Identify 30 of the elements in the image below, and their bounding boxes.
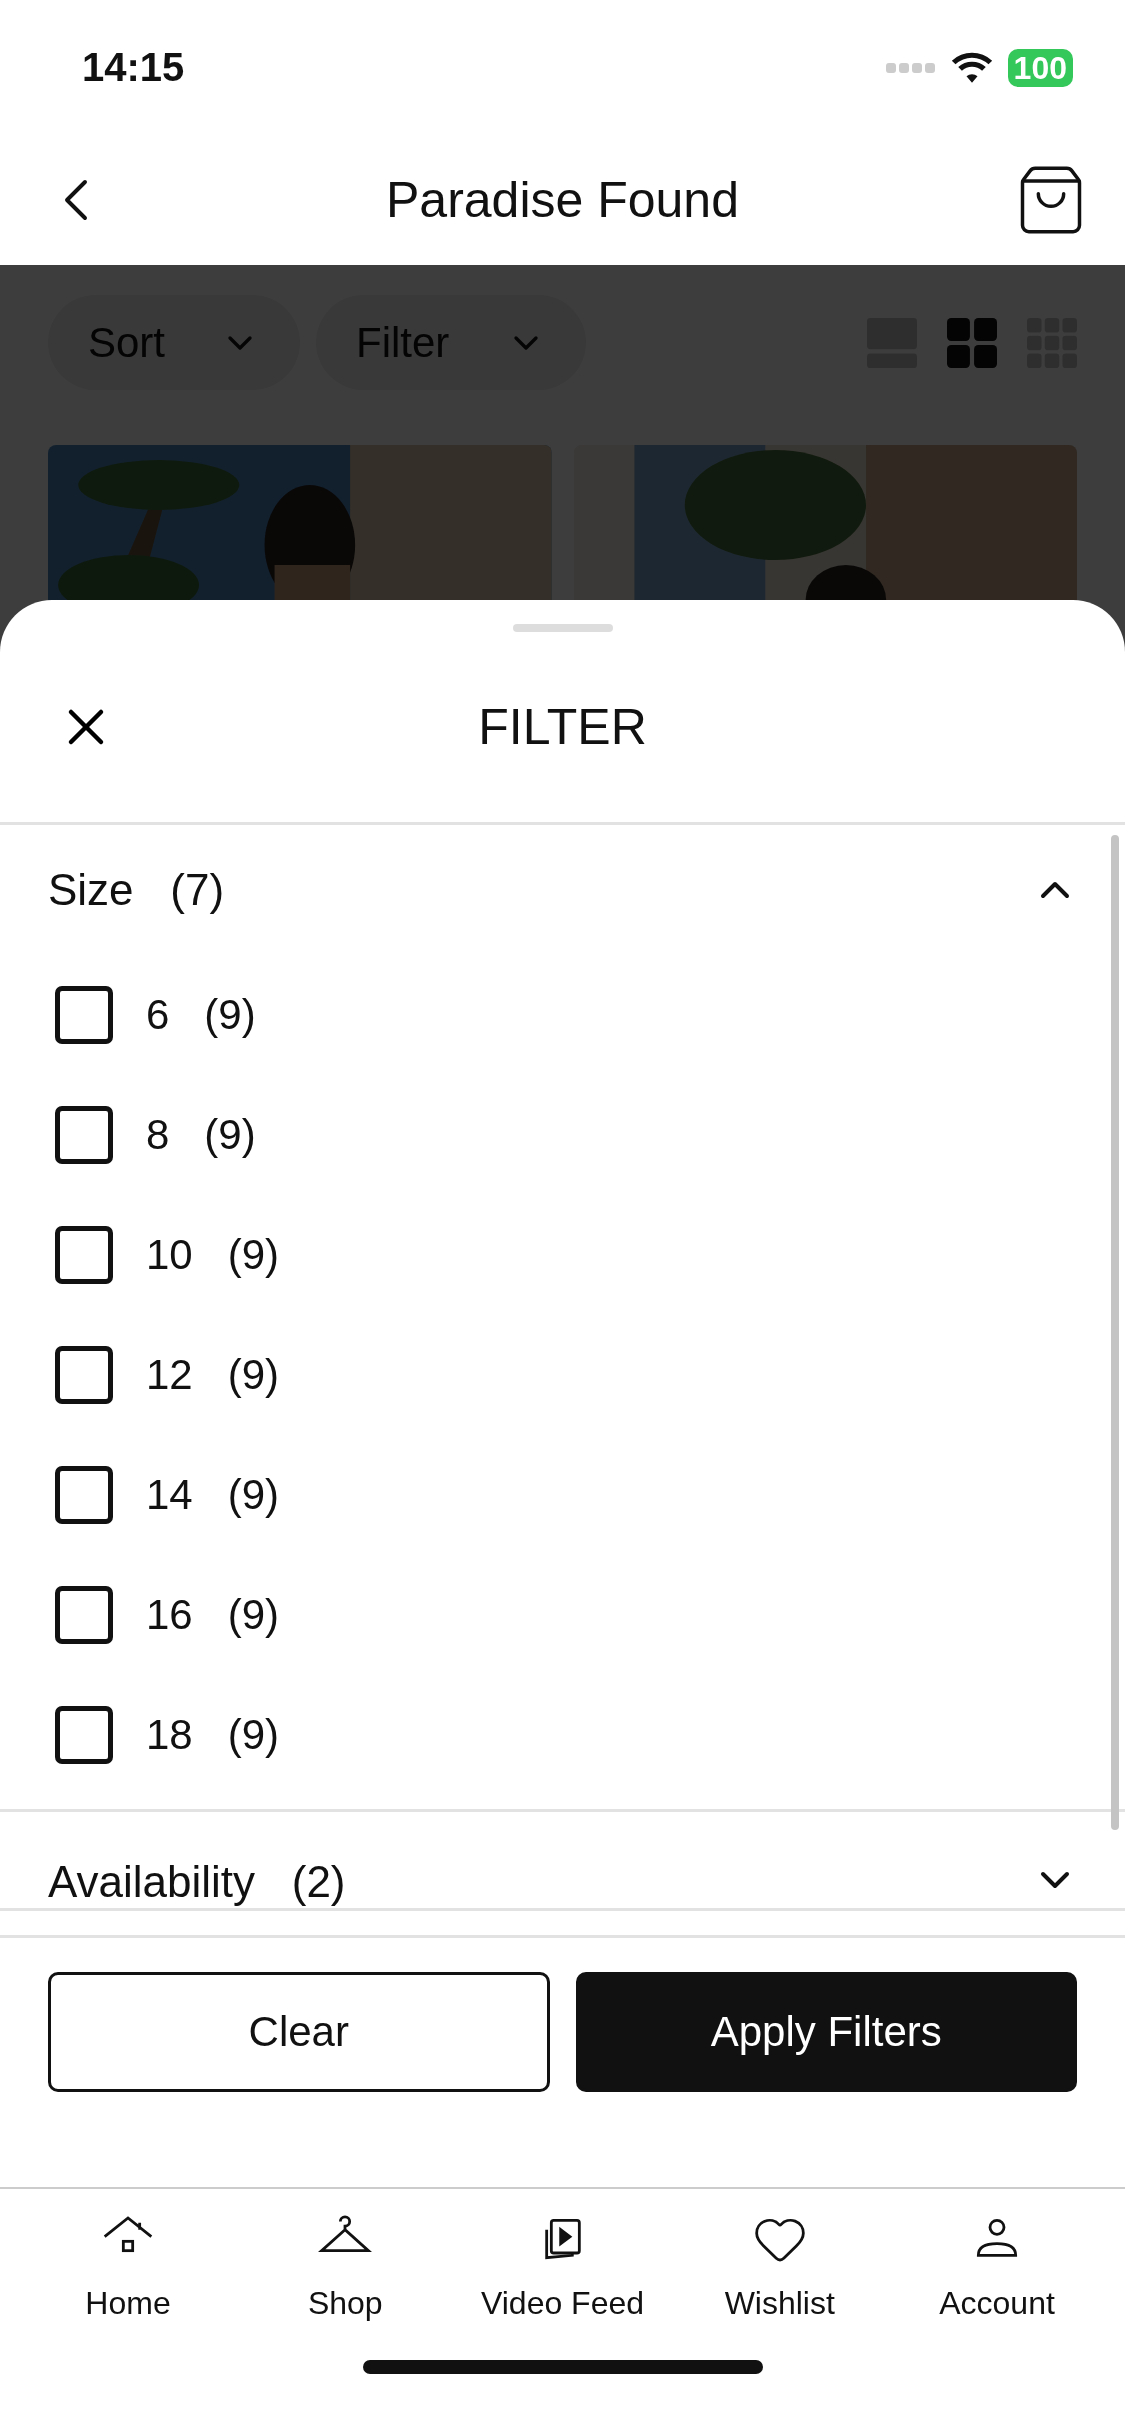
section-header[interactable]: Size (7) xyxy=(0,825,1125,955)
battery-level: 100 xyxy=(1007,48,1073,87)
checkbox[interactable] xyxy=(55,986,113,1044)
apply-button[interactable]: Apply Filters xyxy=(575,1972,1077,2092)
signal-icon xyxy=(885,60,936,75)
clear-button[interactable]: Clear xyxy=(48,1972,550,2092)
sheet-title: FILTER xyxy=(478,698,647,756)
tab-item[interactable]: Wishlist xyxy=(679,2211,880,2322)
tab-item[interactable]: Home xyxy=(28,2211,228,2322)
option-label: 14 (9) xyxy=(146,1471,280,1519)
section-header[interactable]: Availability (2) xyxy=(0,1812,1125,1908)
checkbox[interactable] xyxy=(55,1466,113,1524)
checkbox[interactable] xyxy=(55,1226,113,1284)
checkbox[interactable] xyxy=(55,1106,113,1164)
checkbox[interactable] xyxy=(55,1346,113,1404)
status-time: 14:15 xyxy=(82,45,185,90)
tab-item[interactable]: Video Feed xyxy=(462,2211,663,2322)
sheet-handle[interactable] xyxy=(512,624,613,632)
option-label: 10 (9) xyxy=(146,1231,280,1279)
option-label: 8 (9) xyxy=(146,1111,256,1159)
checkbox[interactable] xyxy=(55,1706,113,1764)
tab-item[interactable]: Account xyxy=(897,2211,1097,2322)
option-label: 6 (9) xyxy=(146,991,256,1039)
option-label: 12 (9) xyxy=(146,1351,280,1399)
option-label: 16 (9) xyxy=(146,1591,280,1639)
checkbox[interactable] xyxy=(55,1586,113,1644)
page-title: Paradise Found xyxy=(386,171,739,229)
wifi-icon xyxy=(949,50,994,85)
option-label: 18 (9) xyxy=(146,1711,280,1759)
tab-item[interactable]: Shop xyxy=(245,2211,446,2322)
